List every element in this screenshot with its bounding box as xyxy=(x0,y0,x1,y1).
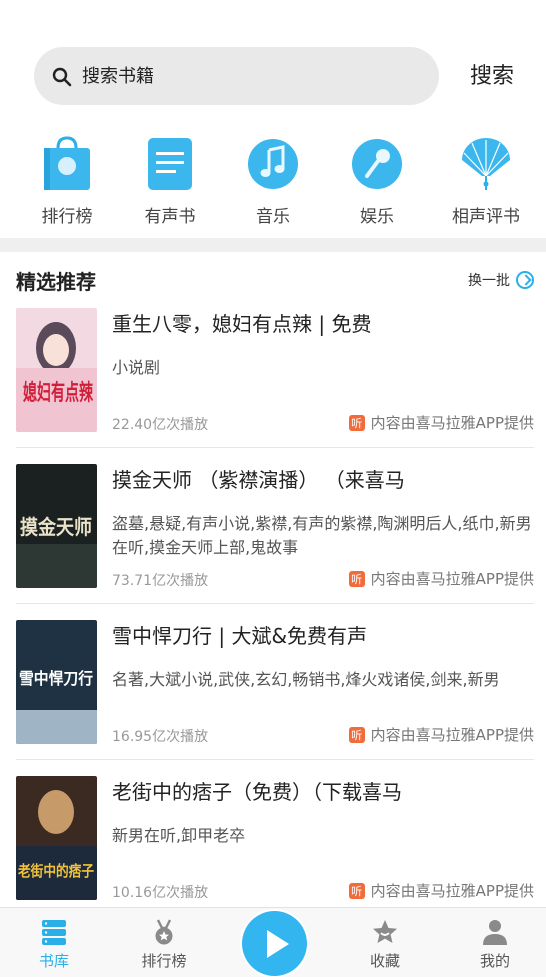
source-label: 听 内容由喜马拉雅APP提供 xyxy=(348,568,534,589)
document-lines-icon xyxy=(148,138,192,190)
tab-label: 书库 xyxy=(38,952,69,970)
book-cover[interactable]: 雪中悍刀行 xyxy=(16,620,97,744)
star-icon xyxy=(373,920,397,943)
refresh-icon xyxy=(516,271,534,289)
refresh-button[interactable]: 换一批 xyxy=(468,270,534,290)
tab-ranking[interactable]: 排行榜 xyxy=(114,908,214,977)
source-text: 内容由喜马拉雅APP提供 xyxy=(370,726,534,744)
book-description: 新男在听,卸甲老卒 xyxy=(112,826,246,845)
play-count: 22.40亿次播放 xyxy=(112,417,209,433)
user-icon xyxy=(483,920,507,945)
search-box[interactable] xyxy=(34,47,439,105)
book-cover[interactable]: 老街中的痞子 xyxy=(16,776,97,900)
category-label: 娱乐 xyxy=(360,207,394,227)
play-count: 10.16亿次播放 xyxy=(112,885,209,901)
bookshelf-icon xyxy=(42,920,66,945)
category-label: 有声书 xyxy=(144,207,196,227)
section-divider xyxy=(0,238,546,252)
list-item[interactable]: 雪中悍刀行 雪中悍刀行 | 大斌&免费有声 名著,大斌小说,武侠,玄幻,畅销书,… xyxy=(0,612,546,768)
category-crosstalk[interactable]: 相声评书 xyxy=(436,132,536,227)
source-label: 听 内容由喜马拉雅APP提供 xyxy=(348,880,534,901)
play-count: 73.71亿次播放 xyxy=(112,573,209,589)
tab-label: 排行榜 xyxy=(141,952,187,970)
play-button[interactable] xyxy=(242,911,307,976)
category-label: 相声评书 xyxy=(452,207,520,227)
book-cover-text: 媳妇有点辣 xyxy=(23,380,94,406)
row-divider xyxy=(16,759,534,760)
book-description: 名著,大斌小说,武侠,玄幻,畅销书,烽火戏诸侯,剑来,新男 xyxy=(112,670,500,689)
tab-label: 我的 xyxy=(479,952,510,970)
ximalaya-badge-icon: 听 xyxy=(348,726,365,743)
source-text: 内容由喜马拉雅APP提供 xyxy=(370,882,534,900)
microphone-icon xyxy=(352,139,402,189)
tab-profile[interactable]: 我的 xyxy=(445,908,545,977)
list-item[interactable]: 老街中的痞子 老街中的痞子（免费）（下载喜马 新男在听,卸甲老卒 10.16亿次… xyxy=(0,768,546,924)
folding-fan-icon xyxy=(462,138,510,190)
category-label: 排行榜 xyxy=(41,207,93,227)
category-row: 排行榜 有声书 音乐 娱乐 相声评书 xyxy=(0,132,546,232)
book-description: 小说剧 xyxy=(112,358,161,377)
refresh-label: 换一批 xyxy=(468,273,510,289)
tab-label: 收藏 xyxy=(369,952,400,970)
category-ranking[interactable]: 排行榜 xyxy=(17,132,117,227)
book-title: 重生八零，媳妇有点辣 | 免费 xyxy=(112,312,372,336)
book-cover-text: 摸金天师 xyxy=(20,515,92,539)
category-entertainment[interactable]: 娱乐 xyxy=(327,132,427,227)
book-cover[interactable]: 摸金天师 xyxy=(16,464,97,588)
music-note-icon xyxy=(248,139,298,189)
row-divider xyxy=(16,447,534,448)
book-title: 雪中悍刀行 | 大斌&免费有声 xyxy=(112,624,368,648)
play-count: 16.95亿次播放 xyxy=(112,729,209,745)
category-music[interactable]: 音乐 xyxy=(223,132,323,227)
list-item[interactable]: 摸金天师 摸金天师 （紫襟演播） （来喜马 盗墓,悬疑,有声小说,紫襟,有声的紫… xyxy=(0,456,546,612)
book-cover-text: 雪中悍刀行 xyxy=(19,669,93,688)
source-label: 听 内容由喜马拉雅APP提供 xyxy=(348,724,534,745)
search-button[interactable]: 搜索 xyxy=(470,58,514,90)
book-title: 老街中的痞子（免费）（下载喜马 xyxy=(112,780,402,804)
search-icon xyxy=(52,67,72,87)
source-text: 内容由喜马拉雅APP提供 xyxy=(370,414,534,432)
book-description: 盗墓,悬疑,有声小说,紫襟,有声的紫襟,陶渊明后人,纸巾,新男在听,摸金天师上部… xyxy=(112,514,532,557)
category-label: 音乐 xyxy=(256,207,290,227)
source-text: 内容由喜马拉雅APP提供 xyxy=(370,570,534,588)
source-label: 听 内容由喜马拉雅APP提供 xyxy=(348,412,534,433)
category-audiobook[interactable]: 有声书 xyxy=(120,132,220,227)
section-title: 精选推荐 xyxy=(16,270,96,294)
ximalaya-badge-icon: 听 xyxy=(348,414,365,431)
list-item[interactable]: 媳妇有点辣 重生八零，媳妇有点辣 | 免费 小说剧 22.40亿次播放 听 内容… xyxy=(0,300,546,456)
top-area: 搜索 排行榜 有声书 xyxy=(0,0,546,238)
ximalaya-badge-icon: 听 xyxy=(348,882,365,899)
tab-library[interactable]: 书库 xyxy=(4,908,104,977)
tab-favorites[interactable]: 收藏 xyxy=(335,908,435,977)
book-cover-text: 老街中的痞子 xyxy=(17,862,94,880)
book-cover[interactable]: 媳妇有点辣 xyxy=(16,308,97,432)
ximalaya-badge-icon: 听 xyxy=(348,570,365,587)
book-title: 摸金天师 （紫襟演播） （来喜马 xyxy=(112,468,405,492)
search-input[interactable] xyxy=(82,47,382,105)
medal-icon xyxy=(155,919,173,945)
row-divider xyxy=(16,603,534,604)
shopping-bag-icon xyxy=(44,136,90,190)
